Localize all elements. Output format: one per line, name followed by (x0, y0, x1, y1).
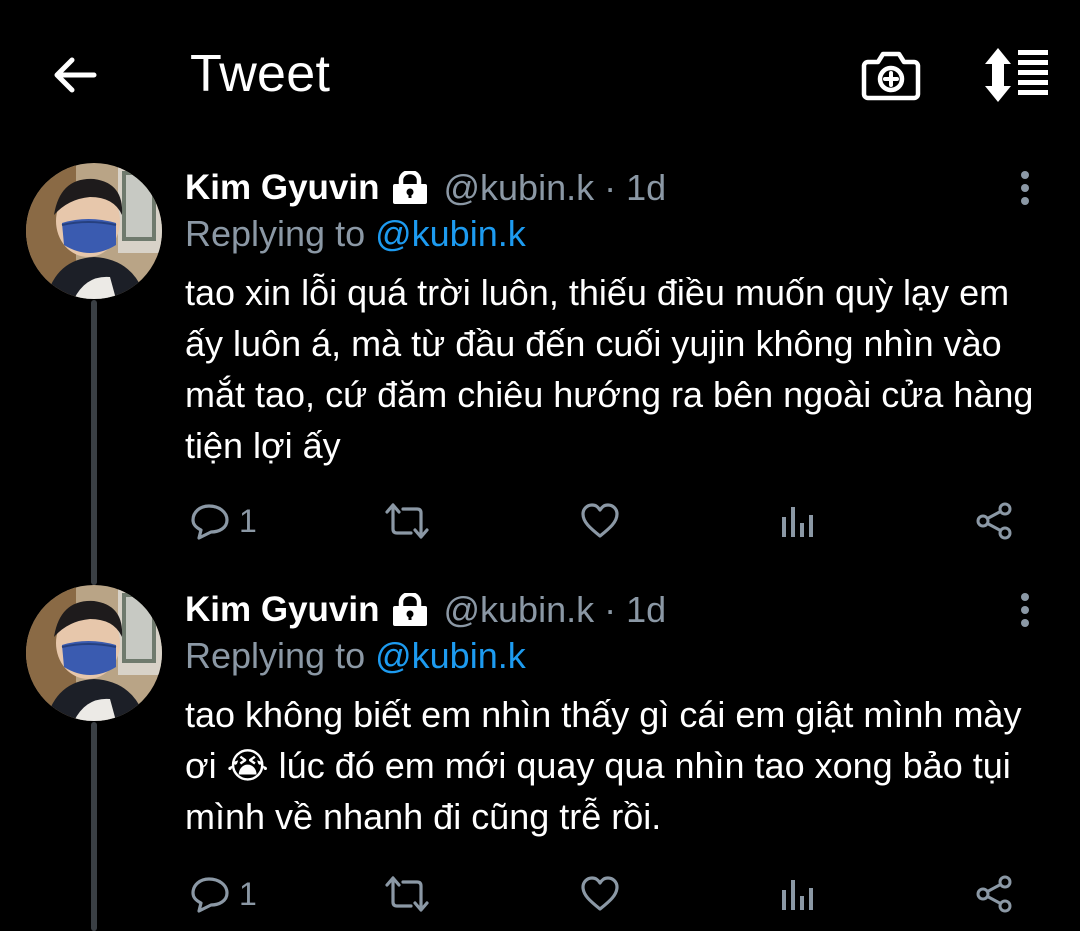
sort-button[interactable] (980, 44, 1052, 106)
like-button[interactable] (580, 496, 620, 546)
replying-to-label: Replying to (185, 213, 376, 254)
reply-icon (191, 504, 229, 540)
tweet-actions: 1 (185, 869, 1035, 919)
retweet-icon (385, 503, 429, 539)
share-icon (976, 875, 1012, 913)
sort-sparkle-icon (985, 48, 1048, 102)
tweet-text: tao xin lỗi quá trời luôn, thiếu điều mu… (185, 272, 1034, 466)
more-options-button[interactable] (1010, 585, 1040, 635)
replying-to: Replying to @kubin.k (185, 635, 526, 677)
tweet-header: Kim Gyuvin @kubin.k · 1d (185, 163, 666, 213)
share-button[interactable] (973, 869, 1015, 919)
camera-button[interactable] (858, 44, 924, 106)
separator-dot: · (604, 167, 617, 208)
tweet-text: tao không biết em nhìn thấy gì cái em gi… (185, 694, 1022, 837)
heart-icon (581, 503, 619, 538)
display-name[interactable]: Kim Gyuvin (185, 590, 379, 630)
share-button[interactable] (973, 496, 1015, 546)
more-options-button[interactable] (1010, 163, 1040, 213)
share-icon (976, 502, 1012, 540)
avatar[interactable] (26, 585, 162, 721)
more-vertical-icon (1021, 593, 1029, 627)
reply-mention-link[interactable]: @kubin.k (375, 213, 526, 254)
timestamp: 1d (626, 167, 667, 208)
retweet-button[interactable] (385, 496, 429, 546)
top-bar: Tweet (0, 0, 1080, 150)
retweet-icon (385, 876, 429, 912)
reply-count: 1 (239, 875, 257, 912)
tweet-actions: 1 (185, 496, 1035, 546)
display-name[interactable]: Kim Gyuvin (185, 168, 379, 208)
reply-button[interactable]: 1 (189, 496, 257, 546)
retweet-button[interactable] (385, 869, 429, 919)
replying-to-label: Replying to (185, 635, 376, 676)
reply-icon (191, 877, 229, 913)
thread-line (91, 300, 97, 585)
back-button[interactable] (48, 48, 102, 102)
arrow-left-icon (54, 57, 97, 93)
separator-dot: · (604, 589, 617, 630)
reply-mention-link[interactable]: @kubin.k (375, 635, 526, 676)
avatar[interactable] (26, 163, 162, 299)
analytics-button[interactable] (779, 496, 815, 546)
reply-button[interactable]: 1 (189, 869, 257, 919)
like-button[interactable] (580, 869, 620, 919)
analytics-button[interactable] (779, 869, 815, 919)
reply-count: 1 (239, 502, 257, 539)
replying-to: Replying to @kubin.k (185, 213, 526, 255)
heart-icon (581, 876, 619, 911)
lock-icon (391, 593, 429, 627)
username-handle[interactable]: @kubin.k (443, 589, 594, 631)
timestamp: 1d (626, 589, 667, 630)
camera-plus-icon (861, 51, 921, 101)
tweet-header: Kim Gyuvin @kubin.k · 1d (185, 585, 666, 635)
username-handle[interactable]: @kubin.k (443, 167, 594, 209)
lock-icon (391, 171, 429, 205)
thread-line (91, 722, 97, 931)
more-vertical-icon (1021, 171, 1029, 205)
analytics-icon (782, 880, 813, 910)
analytics-icon (782, 507, 813, 537)
page-title: Tweet (190, 45, 331, 103)
